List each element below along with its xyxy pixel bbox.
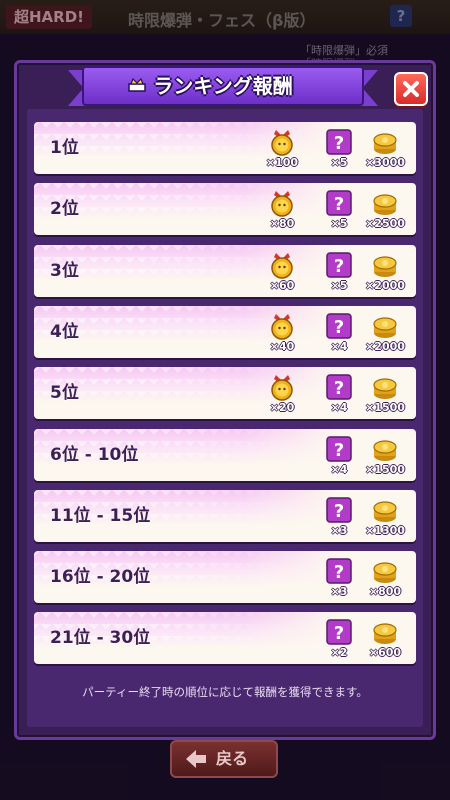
svg-text:?: ? (334, 623, 344, 644)
coin-reward: ×1300 (363, 494, 407, 540)
medal-quantity: ×60 (269, 278, 295, 292)
close-icon (403, 81, 419, 97)
reward-row: 11位 - 15位? ×3 ×1300 (34, 489, 416, 542)
coin-quantity: ×3000 (365, 156, 405, 169)
medal-reward: ×60 (260, 249, 304, 295)
coin-icon (371, 251, 399, 279)
svg-text:?: ? (334, 256, 344, 277)
medal-reward: ×20 (260, 371, 304, 417)
medal-icon (268, 312, 296, 340)
rank-label: 3位 (50, 260, 79, 281)
coin-reward: ×3000 (363, 126, 407, 172)
mystery-ticket-icon: ? (325, 189, 353, 217)
mystery-ticket-icon: ? (325, 435, 353, 463)
coin-reward: ×800 (363, 555, 407, 601)
reward-row: 3位 ×60? ×5 ×2000 (34, 244, 416, 297)
rank-label: 16位 - 20位 (50, 567, 151, 588)
close-button[interactable] (394, 72, 428, 106)
coin-quantity: ×1300 (365, 523, 405, 537)
mystery-ticket-icon: ? (325, 618, 353, 646)
coin-quantity: ×2000 (365, 278, 405, 292)
coin-icon (371, 618, 399, 646)
rank-label: 21位 - 30位 (50, 628, 151, 649)
svg-text:?: ? (334, 317, 344, 338)
mystery-ticket-icon: ? (325, 251, 353, 279)
coin-icon (371, 435, 399, 463)
medal-reward: ×100 (260, 126, 304, 172)
footer-note: パーティー終了時の順位に応じて報酬を獲得できます。 (82, 685, 368, 699)
coin-reward: ×600 (363, 616, 407, 662)
coin-icon (371, 128, 399, 156)
reward-row: 16位 - 20位? ×3 ×800 (34, 551, 416, 604)
medal-icon (268, 373, 296, 401)
rank-label: 11位 - 15位 (50, 505, 151, 526)
svg-text:?: ? (334, 133, 344, 154)
rank-label: 1位 (50, 138, 79, 158)
mystery-ticket-icon: ? (325, 496, 353, 524)
svg-text:?: ? (334, 378, 344, 399)
coin-reward: ×2000 (363, 310, 407, 356)
reward-row: 21位 - 30位? ×2 ×600 (34, 612, 416, 665)
mystery-ticket-icon: ? (325, 312, 353, 340)
coin-icon (371, 189, 399, 217)
medal-reward: ×40 (260, 310, 304, 356)
medal-quantity: ×100 (265, 156, 299, 169)
reward-row: 2位 ×80? ×5 ×2500 (34, 183, 416, 236)
rank-label: 5位 (50, 383, 79, 404)
coin-quantity: ×2500 (365, 217, 405, 231)
back-label: 戻る (216, 749, 249, 768)
coin-quantity: ×2000 (365, 339, 405, 353)
coin-quantity: ×600 (368, 646, 402, 660)
medal-icon (268, 189, 296, 218)
medal-reward: ×80 (260, 187, 304, 233)
back-button[interactable]: 戻る (170, 740, 278, 778)
coin-reward: ×1500 (363, 433, 407, 479)
modal-title: ランキング報酬 (153, 74, 293, 98)
mystery-ticket-icon: ? (325, 557, 353, 585)
medal-icon (268, 128, 296, 156)
coin-reward: ×2000 (363, 249, 407, 295)
medal-quantity: ×80 (269, 217, 295, 231)
coin-reward: ×1500 (363, 371, 407, 417)
svg-text:?: ? (334, 562, 344, 583)
coin-icon (371, 312, 399, 340)
coin-quantity: ×1500 (365, 401, 405, 415)
coin-quantity: ×800 (368, 585, 402, 599)
mystery-ticket-icon: ? (325, 128, 353, 156)
coin-icon (371, 373, 399, 401)
back-arrow-icon (186, 750, 206, 768)
coin-icon (371, 557, 399, 585)
title-banner: ランキング報酬 (68, 66, 378, 110)
coin-quantity: ×1500 (365, 462, 405, 476)
reward-row: 5位 ×20? ×4 ×1500 (34, 367, 416, 420)
rank-label: 6位 - 10位 (50, 444, 139, 465)
medal-quantity: ×40 (269, 339, 295, 353)
medal-quantity: ×20 (269, 401, 295, 415)
svg-text:?: ? (334, 440, 344, 461)
rank-label: 2位 (50, 199, 79, 220)
reward-row: 1位 ×100? ×5 ×3000 (34, 122, 416, 174)
mystery-ticket-icon: ? (325, 373, 353, 401)
svg-text:?: ? (334, 501, 344, 522)
medal-icon (268, 251, 296, 279)
rank-label: 4位 (50, 321, 79, 342)
svg-text:?: ? (334, 194, 344, 215)
coin-reward: ×2500 (363, 187, 407, 233)
reward-row: 6位 - 10位? ×4 ×1500 (34, 428, 416, 481)
coin-icon (371, 496, 399, 524)
reward-row: 4位 ×40? ×4 ×2000 (34, 305, 416, 358)
